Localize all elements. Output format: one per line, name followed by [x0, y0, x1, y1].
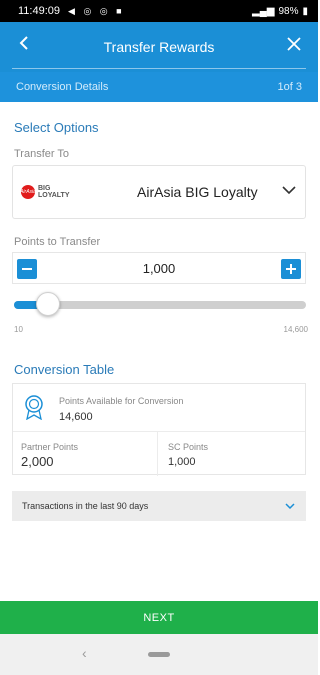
increment-button[interactable] [281, 259, 301, 279]
next-button[interactable]: NEXT [0, 601, 318, 634]
slider-max-label: 14,600 [283, 325, 308, 334]
points-to-transfer-label: Points to Transfer [14, 236, 101, 248]
points-available-label: Points Available for Conversion [59, 396, 184, 406]
system-back-icon[interactable]: ‹ [82, 645, 87, 661]
battery-percent: 98% [278, 5, 299, 17]
partner-name: AirAsia BIG Loyalty [137, 184, 258, 200]
transfer-to-label: Transfer To [14, 148, 70, 160]
status-right: ▂▄▆ 98% ▮ [252, 6, 308, 17]
close-icon [287, 37, 301, 51]
battery-icon: ▮ [302, 5, 308, 17]
partner-select[interactable]: AirAsia BIG LOYALTY AirAsia BIG Loyalty [12, 165, 306, 219]
chevron-down-icon [282, 186, 296, 195]
points-available-row: Points Available for Conversion 14,600 [13, 384, 305, 432]
partner-points-cell: Partner Points 2,000 [13, 432, 158, 476]
points-stepper: 1,000 [12, 252, 306, 284]
partner-points-label: Partner Points [21, 442, 79, 452]
airasia-big-logo: AirAsia BIG LOYALTY [20, 185, 70, 199]
points-slider-handle[interactable] [35, 292, 60, 316]
signal-icon: ▂▄▆ [252, 5, 275, 17]
airasia-logo-mark: AirAsia [20, 185, 36, 199]
status-bar: 11:49:09 ◀ ◎ ◎ ■ ▂▄▆ 98% ▮ [0, 0, 318, 22]
step-label: Conversion Details [16, 81, 109, 93]
chevron-down-icon [285, 503, 295, 510]
back-button[interactable] [14, 34, 34, 57]
app-header: Transfer Rewards [0, 22, 318, 72]
close-button[interactable] [284, 34, 304, 57]
award-badge-icon [25, 395, 43, 420]
conversion-table: Points Available for Conversion 14,600 P… [12, 383, 306, 476]
chevron-left-icon [19, 36, 28, 50]
transactions-dropdown[interactable]: Transactions in the last 90 days [12, 491, 306, 521]
conversion-table-title: Conversion Table [14, 362, 115, 377]
big-loyalty-logo-text: BIG LOYALTY [38, 185, 70, 199]
partner-points-value: 2,000 [21, 454, 54, 469]
header-divider [12, 68, 306, 69]
step-counter: 1of 3 [277, 81, 302, 93]
system-home-handle[interactable] [148, 652, 170, 657]
system-nav-bar: ‹ [0, 634, 318, 675]
sc-points-label: SC Points [168, 442, 209, 452]
points-available-value: 14,600 [59, 411, 93, 423]
points-value: 1,000 [142, 261, 176, 276]
select-options-title: Select Options [14, 120, 99, 135]
step-header: Conversion Details 1of 3 [0, 72, 318, 102]
sc-points-cell: SC Points 1,000 [158, 432, 305, 476]
sc-points-value: 1,000 [168, 456, 196, 468]
status-time: 11:49:09 [18, 5, 61, 17]
plus-icon [286, 264, 296, 274]
page-title: Transfer Rewards [103, 39, 215, 55]
slider-min-label: 10 [14, 325, 23, 334]
notification-icons: ◀ ◎ ◎ ■ [68, 5, 125, 16]
transactions-label: Transactions in the last 90 days [22, 501, 149, 511]
